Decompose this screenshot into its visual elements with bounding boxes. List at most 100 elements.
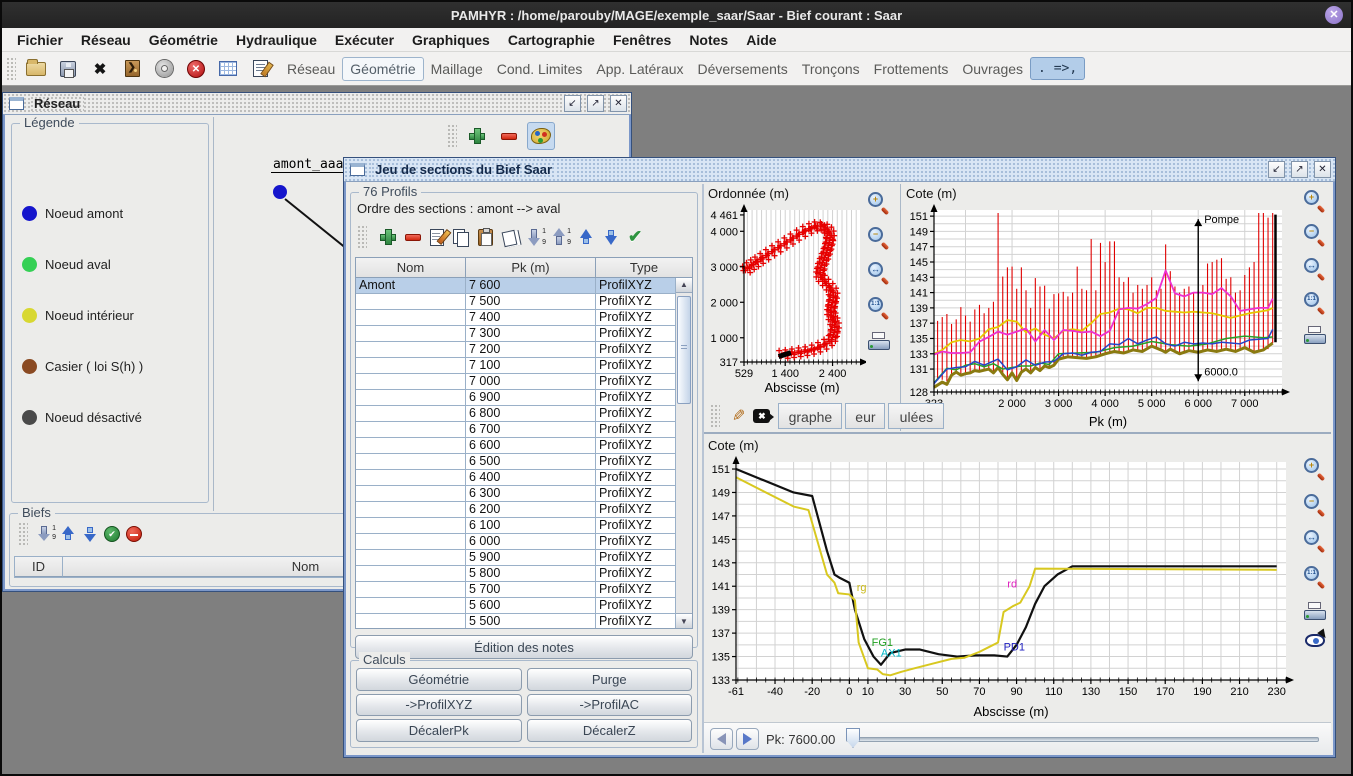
add-profile-icon[interactable] <box>380 229 396 245</box>
menu-notes[interactable]: Notes <box>680 30 737 50</box>
zoom-in-icon[interactable]: + <box>868 192 890 214</box>
calc-button-profilxyz[interactable]: ->ProfilXYZ <box>356 694 522 717</box>
biefs-col-id[interactable]: ID <box>15 557 63 577</box>
zoom-1to1-icon[interactable]: 1:1 <box>868 297 890 319</box>
print-icon[interactable] <box>1304 602 1326 620</box>
network-node-amont[interactable] <box>273 185 287 199</box>
previous-profile-button[interactable] <box>710 728 733 750</box>
print-icon[interactable] <box>1304 326 1326 344</box>
menu-graphiques[interactable]: Graphiques <box>403 30 499 50</box>
table-row[interactable]: 5 800ProfilXYZ <box>356 566 675 582</box>
table-row[interactable]: 7 400ProfilXYZ <box>356 310 675 326</box>
maximize-icon[interactable]: ↗ <box>587 95 604 112</box>
table-scrollbar[interactable]: ▲ ▼ <box>675 278 692 628</box>
stop-button[interactable]: ✕ <box>182 55 210 83</box>
close-window-icon[interactable]: ✕ <box>610 95 627 112</box>
toolbar-button-reseau[interactable]: Réseau <box>280 58 342 80</box>
zoom-in-icon[interactable]: + <box>1304 458 1326 480</box>
sort-descending-icon[interactable]: 19 <box>38 525 54 543</box>
next-profile-button[interactable] <box>736 728 759 750</box>
table-row[interactable]: 7 100ProfilXYZ <box>356 358 675 374</box>
quit-button[interactable] <box>118 55 146 83</box>
table-row[interactable]: 5 500ProfilXYZ <box>356 614 675 628</box>
toolbar-drag-handle[interactable] <box>18 522 28 546</box>
pk-slider[interactable] <box>846 737 1319 742</box>
style-palette-button[interactable] <box>527 122 555 150</box>
zoom-out-icon[interactable]: − <box>1304 224 1326 246</box>
zoom-out-icon[interactable]: − <box>1304 494 1326 516</box>
toolbar-button-ouvrages[interactable]: Ouvrages <box>955 58 1030 80</box>
sections-titlebar[interactable]: Jeu de sections du Bief Saar ↙ ↗ ✕ <box>344 158 1335 182</box>
table-row[interactable]: 7 200ProfilXYZ <box>356 342 675 358</box>
horizontal-splitter[interactable] <box>704 432 1331 434</box>
calc-button-profilac[interactable]: ->ProfilAC <box>527 694 693 717</box>
edit-pencil-icon[interactable]: ✎ <box>732 406 745 426</box>
plan-view-chart[interactable]: 5291 4002 4004 4614 0003 0002 0001 00031… <box>706 202 866 396</box>
table-row[interactable]: 6 100ProfilXYZ <box>356 518 675 534</box>
print-icon[interactable] <box>868 332 890 350</box>
toolbar-drag-handle[interactable] <box>447 124 457 148</box>
menu-fenetres[interactable]: Fenêtres <box>604 30 680 50</box>
zoom-fit-icon[interactable]: ↔ <box>1304 258 1326 280</box>
move-up-icon[interactable] <box>578 229 594 245</box>
table-row[interactable]: 6 000ProfilXYZ <box>356 534 675 550</box>
clear-icon[interactable]: ✖ <box>753 409 770 423</box>
enable-bief-icon[interactable]: ✔ <box>104 526 120 542</box>
calc-button-decalerpk[interactable]: DécalerPk <box>356 719 522 742</box>
toolbar-drag-handle[interactable] <box>710 404 720 428</box>
apply-icon[interactable]: ✔ <box>628 227 642 247</box>
remove-node-button[interactable] <box>495 122 523 150</box>
table-row[interactable]: 7 300ProfilXYZ <box>356 326 675 342</box>
menu-executer[interactable]: Exécuter <box>326 30 403 50</box>
table-row[interactable]: 7 000ProfilXYZ <box>356 374 675 390</box>
delete-bief-icon[interactable] <box>126 526 142 542</box>
edit-profile-icon[interactable] <box>430 229 444 246</box>
cross-section-chart[interactable]: rgrdFG1AX1PD1-61-40-20010305070901101301… <box>706 454 1300 720</box>
zoom-1to1-icon[interactable]: 1:1 <box>1304 566 1326 588</box>
col-type[interactable]: Type <box>596 258 692 278</box>
notes-button[interactable] <box>246 55 274 83</box>
table-row[interactable]: 5 600ProfilXYZ <box>356 598 675 614</box>
table-row[interactable]: Amont7 600ProfilXYZ <box>356 278 675 294</box>
zoom-1to1-icon[interactable]: 1:1 <box>1304 292 1326 314</box>
table-row[interactable]: 6 700ProfilXYZ <box>356 422 675 438</box>
menu-geometrie[interactable]: Géométrie <box>140 30 227 50</box>
results-table-button[interactable] <box>214 55 242 83</box>
table-row[interactable]: 6 400ProfilXYZ <box>356 470 675 486</box>
menu-cartographie[interactable]: Cartographie <box>499 30 604 50</box>
close-file-button[interactable]: ✖ <box>86 55 114 83</box>
minimize-icon[interactable]: ↙ <box>1268 161 1285 178</box>
sort-descending-icon[interactable]: 19 <box>528 228 544 246</box>
remove-profile-icon[interactable] <box>405 229 421 245</box>
move-up-icon[interactable] <box>60 526 76 542</box>
menu-reseau[interactable]: Réseau <box>72 30 140 50</box>
toolbar-button-geometrie[interactable]: Géométrie <box>342 57 423 81</box>
table-row[interactable]: 6 300ProfilXYZ <box>356 486 675 502</box>
close-icon[interactable]: ✕ <box>1325 6 1343 24</box>
table-row[interactable]: 6 600ProfilXYZ <box>356 438 675 454</box>
zoom-in-icon[interactable]: + <box>1304 190 1326 212</box>
move-down-icon[interactable] <box>82 526 98 542</box>
col-pk[interactable]: Pk (m) <box>466 258 596 278</box>
toolbar-button-applateraux[interactable]: App. Latéraux <box>589 58 690 80</box>
calc-button-decalerz[interactable]: DécalerZ <box>527 719 693 742</box>
settings-button[interactable] <box>150 55 178 83</box>
scroll-down-icon[interactable]: ▼ <box>676 613 692 628</box>
table-row[interactable]: 6 200ProfilXYZ <box>356 502 675 518</box>
zoom-out-icon[interactable]: − <box>868 227 890 249</box>
scroll-up-icon[interactable]: ▲ <box>676 278 692 293</box>
paste-icon[interactable] <box>478 229 493 246</box>
reseau-titlebar[interactable]: Réseau ↙ ↗ ✕ <box>3 93 631 115</box>
col-nom[interactable]: Nom <box>356 258 466 278</box>
zoom-fit-icon[interactable]: ↔ <box>1304 530 1326 552</box>
menu-aide[interactable]: Aide <box>737 30 785 50</box>
add-node-button[interactable] <box>463 122 491 150</box>
toolbar-drag-handle[interactable] <box>357 225 367 249</box>
calc-button-geometrie[interactable]: Géométrie <box>356 668 522 691</box>
scrollbar-thumb[interactable] <box>677 296 691 404</box>
table-row[interactable]: 5 700ProfilXYZ <box>356 582 675 598</box>
plot-tab-2[interactable]: ulées <box>888 403 944 429</box>
toolbar-button-condlimites[interactable]: Cond. Limites <box>490 58 590 80</box>
calc-button-purge[interactable]: Purge <box>527 668 693 691</box>
zoom-fit-icon[interactable]: ↔ <box>868 262 890 284</box>
